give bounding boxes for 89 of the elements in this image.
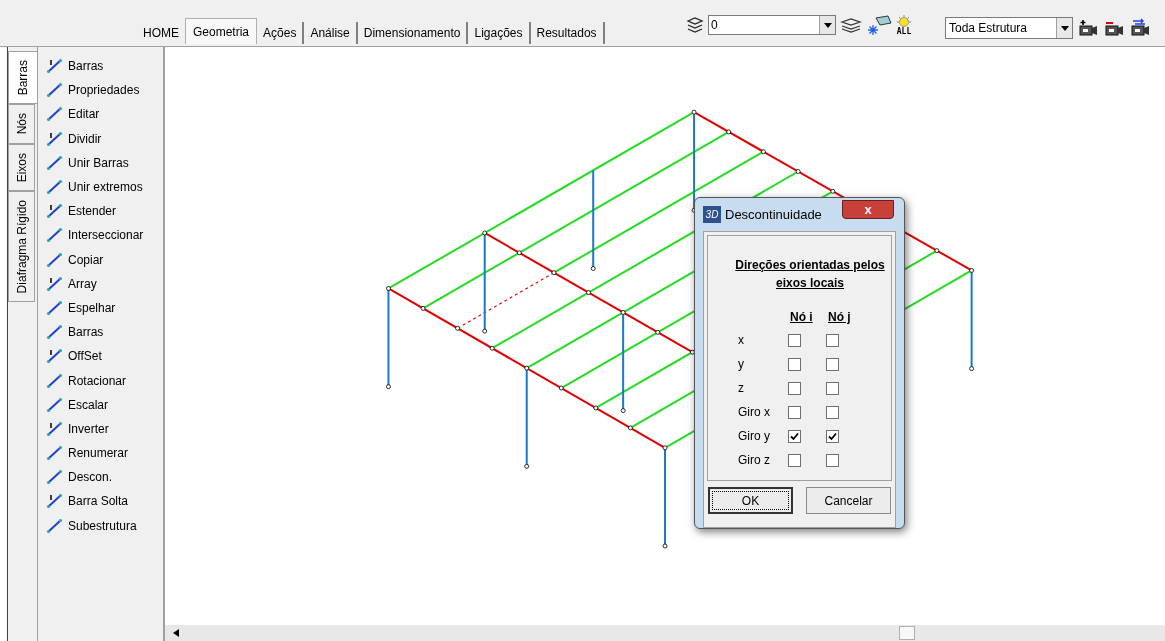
ribbon-tab[interactable]: Ações: [257, 22, 305, 44]
checkbox[interactable]: [788, 357, 801, 371]
line-tool-icon: [46, 202, 64, 221]
row-label: Giro z: [737, 452, 771, 469]
line-tool-icon: [46, 274, 64, 293]
column-header: Nó i: [790, 309, 814, 326]
tool-item[interactable]: Barras: [68, 57, 104, 76]
line-tool-icon: [46, 153, 64, 172]
tool-item[interactable]: Rotacionar: [68, 371, 127, 390]
tool-item[interactable]: Barra Solta: [68, 492, 129, 511]
checkbox[interactable]: [788, 429, 801, 443]
side-tab[interactable]: Eixos: [8, 143, 35, 192]
tool-item[interactable]: Unir Barras: [68, 153, 129, 172]
row-label: z: [737, 380, 745, 397]
checkbox[interactable]: [826, 357, 839, 371]
ribbon-tab[interactable]: Geometria: [185, 18, 258, 44]
checkbox[interactable]: [826, 333, 839, 347]
camera-swap-icon[interactable]: [1129, 18, 1151, 38]
line-tool-icon: [46, 444, 64, 463]
side-tab[interactable]: Nós: [8, 104, 35, 144]
tool-item[interactable]: Renumerar: [68, 444, 129, 463]
tool-item[interactable]: Inverter: [68, 419, 109, 438]
checkbox[interactable]: [826, 405, 839, 419]
line-tool-icon: [46, 81, 64, 100]
tool-item[interactable]: Array: [68, 274, 97, 293]
ribbon-tab[interactable]: Dimensionamento: [357, 22, 469, 44]
tool-item[interactable]: Barras: [68, 323, 104, 342]
row-label: Giro x: [737, 404, 771, 421]
ribbon-tab[interactable]: HOME: [137, 22, 185, 44]
tool-item[interactable]: Copiar: [68, 250, 104, 269]
checkbox[interactable]: [788, 333, 801, 347]
checkbox[interactable]: [826, 381, 839, 395]
ribbon-tab[interactable]: Análise: [304, 22, 358, 44]
line-tool-icon: [46, 298, 64, 317]
app-icon: 3D: [703, 206, 721, 223]
camera-plus-icon[interactable]: [1077, 18, 1099, 38]
line-tool-icon: [46, 57, 64, 76]
line-tool-icon: [46, 178, 64, 197]
tool-item[interactable]: OffSet: [68, 347, 102, 366]
dialog-title: Descontinuidade: [725, 205, 822, 224]
row-label: y: [737, 356, 745, 373]
tool-item[interactable]: Escalar: [68, 395, 108, 414]
line-tool-icon: [46, 516, 64, 535]
dialog-button[interactable]: OK: [708, 487, 793, 514]
side-tab[interactable]: Barras: [8, 51, 38, 105]
tool-item[interactable]: Interseccionar: [68, 226, 144, 245]
section-heading: Direções orientadas pelos eixos locais: [735, 257, 885, 292]
tool-item[interactable]: Dividir: [68, 129, 102, 148]
tool-item[interactable]: Espelhar: [68, 298, 116, 317]
checkbox[interactable]: [826, 429, 839, 443]
line-tool-icon: [46, 323, 64, 342]
layer-dropdown[interactable]: 0: [708, 15, 836, 35]
line-tool-icon: [46, 395, 64, 414]
scrollbar-thumb[interactable]: [899, 626, 915, 640]
checkbox[interactable]: [788, 381, 801, 395]
row-label: Giro y: [737, 428, 771, 445]
close-button[interactable]: x: [842, 200, 894, 219]
snowflake-plane-icon[interactable]: [866, 14, 892, 36]
tool-item[interactable]: Descon.: [68, 468, 113, 487]
ribbon-tab[interactable]: Resultados: [530, 22, 605, 44]
caret-icon: [823, 22, 832, 28]
line-tool-icon: [46, 347, 64, 366]
line-tool-icon: [46, 468, 64, 487]
layers-stack-icon[interactable]: [840, 17, 862, 33]
horizontal-scrollbar[interactable]: [165, 625, 1165, 641]
tool-item[interactable]: Editar: [68, 105, 100, 124]
dialog-button[interactable]: Cancelar: [806, 487, 891, 514]
line-tool-icon: [46, 492, 64, 511]
tool-item[interactable]: Propriedades: [68, 81, 140, 100]
line-tool-icon: [46, 105, 64, 124]
line-tool-icon: [46, 419, 64, 438]
checkbox[interactable]: [788, 405, 801, 419]
tool-item[interactable]: Unir extremos: [68, 178, 143, 197]
row-label: x: [737, 332, 745, 349]
tool-item[interactable]: Subestrutura: [68, 516, 137, 535]
tool-item[interactable]: Estender: [68, 202, 117, 221]
line-tool-icon: [46, 250, 64, 269]
layers-icon[interactable]: [686, 17, 704, 33]
checkbox[interactable]: [788, 453, 801, 467]
line-tool-icon: [46, 226, 64, 245]
caret-icon: [1060, 25, 1069, 31]
checkbox[interactable]: [826, 453, 839, 467]
left-arrow-icon[interactable]: [173, 629, 179, 637]
column-header: Nó j: [828, 309, 852, 326]
ribbon-tab[interactable]: Ligações: [468, 22, 531, 44]
line-tool-icon: [46, 371, 64, 390]
side-tab[interactable]: Diafragma Rígido: [8, 191, 35, 303]
line-tool-icon: [46, 129, 64, 148]
structure-dropdown[interactable]: Toda Estrutura: [945, 17, 1073, 39]
